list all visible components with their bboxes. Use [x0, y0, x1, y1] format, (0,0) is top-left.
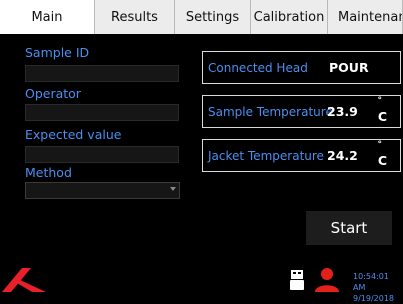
sample-temperature-label: Sample Temperature	[208, 105, 333, 119]
jacket-temperature-label: Jacket Temperature	[208, 149, 324, 163]
expected-value-label: Expected value	[25, 127, 122, 142]
sample-id-input[interactable]	[25, 65, 179, 82]
clock-time: 10:54:01 AM	[353, 272, 389, 292]
tab-results[interactable]: Results	[95, 0, 175, 34]
method-select[interactable]	[25, 182, 180, 199]
degree-symbol: °	[377, 96, 383, 106]
degree-symbol: °	[377, 140, 383, 150]
status-bar	[0, 263, 403, 292]
method-label: Method	[25, 165, 72, 180]
start-button[interactable]: Start	[306, 211, 392, 245]
sample-id-label: Sample ID	[25, 45, 90, 60]
jacket-temperature-value: 24.2	[327, 148, 358, 163]
usb-device-icon	[290, 270, 304, 294]
tab-settings[interactable]: Settings	[175, 0, 251, 34]
clock-date: 9/19/2018	[353, 294, 395, 303]
sample-temperature-unit: C	[377, 109, 387, 124]
tab-calibration[interactable]: Calibration	[251, 0, 328, 34]
connected-head-label: Connected Head	[208, 61, 308, 75]
connected-head-value: POUR	[329, 60, 369, 75]
tab-bar: Main Results Settings Calibration Mainte…	[0, 0, 403, 34]
connected-head-card: Connected Head POUR	[202, 51, 401, 84]
expected-value-input[interactable]	[25, 146, 179, 163]
operator-input[interactable]	[25, 104, 179, 121]
chevron-down-icon	[170, 187, 176, 191]
sample-temperature-card: Sample Temperature 23.9 ° C	[202, 95, 401, 128]
jacket-temperature-unit: C	[377, 153, 387, 168]
clock: 10:54:01 AM 9/19/2018	[353, 271, 403, 304]
operator-label: Operator	[25, 86, 81, 101]
tab-main[interactable]: Main	[0, 0, 95, 34]
tab-maintenance[interactable]: Maintenance	[328, 0, 403, 34]
jacket-temperature-card: Jacket Temperature 24.2 ° C	[202, 139, 401, 172]
sample-temperature-value: 23.9	[327, 104, 358, 119]
